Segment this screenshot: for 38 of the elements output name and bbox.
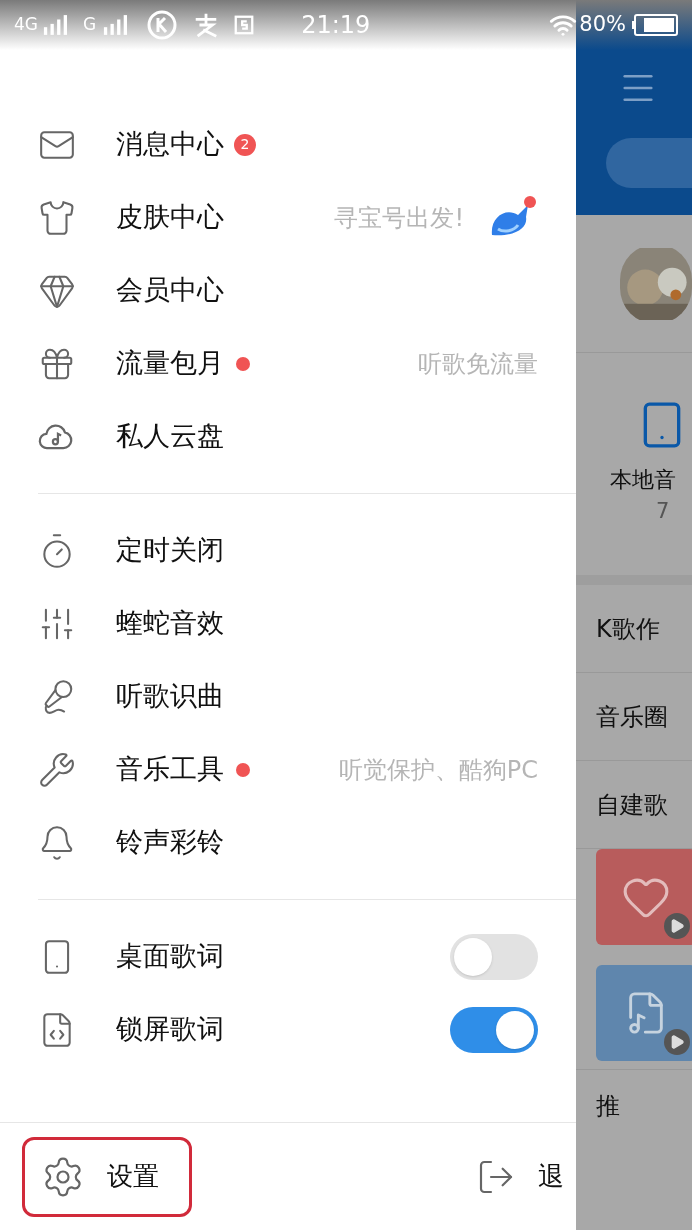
menu-item[interactable]: 私人云盘 bbox=[116, 416, 224, 457]
menu-item[interactable]: 定时关闭 bbox=[116, 530, 224, 571]
menu-item[interactable]: 音乐工具 bbox=[116, 749, 224, 790]
search-field[interactable] bbox=[606, 138, 692, 188]
settings-button[interactable]: 设置 bbox=[22, 1136, 192, 1217]
toggle-switch[interactable] bbox=[450, 933, 538, 980]
menu-item[interactable]: 听歌识曲 bbox=[116, 676, 224, 717]
menu-item[interactable]: 锁屏歌词 bbox=[116, 1009, 224, 1050]
shirt-icon bbox=[38, 198, 76, 237]
menu-item[interactable]: 流量包月 bbox=[116, 343, 224, 384]
play-icon bbox=[664, 913, 690, 939]
network-label: G bbox=[83, 13, 97, 37]
menu-item[interactable]: 会员中心 bbox=[116, 270, 224, 311]
menu-item[interactable]: 皮肤中心 bbox=[116, 197, 224, 238]
battery-icon bbox=[632, 14, 678, 36]
play-icon bbox=[664, 1029, 690, 1055]
app-notification-icon bbox=[233, 14, 256, 36]
library-row-text: 音乐圈 bbox=[596, 701, 668, 733]
wrench-icon bbox=[38, 750, 76, 789]
hint-text: 听觉保护、酷狗PC bbox=[338, 754, 538, 786]
menu-item[interactable]: 桌面歌词 bbox=[116, 936, 224, 977]
app-notification-icon bbox=[147, 10, 178, 40]
menu-item[interactable]: 蝰蛇音效 bbox=[116, 603, 224, 644]
hint-text: 寻宝号出发! bbox=[334, 202, 464, 234]
menu-item[interactable]: 铃声彩铃 bbox=[116, 822, 224, 863]
library-row-text: 自建歌 bbox=[596, 789, 668, 821]
exit-button[interactable]: 退 bbox=[476, 1156, 576, 1197]
section-title: 推 bbox=[596, 1092, 620, 1120]
library-row-text: K歌作 bbox=[596, 613, 660, 645]
network-label: 4G bbox=[14, 13, 38, 37]
clock: 21:19 bbox=[301, 10, 371, 41]
local-music-label: 本地音 bbox=[610, 466, 676, 494]
battery-percent: 80% bbox=[579, 11, 626, 39]
menu-item[interactable]: 消息中心 bbox=[116, 124, 224, 165]
hint-text: 听歌免流量 bbox=[418, 348, 538, 380]
song-count: 7 bbox=[656, 498, 670, 525]
toggle-switch[interactable] bbox=[450, 1006, 538, 1053]
count-badge: 2 bbox=[234, 133, 256, 156]
